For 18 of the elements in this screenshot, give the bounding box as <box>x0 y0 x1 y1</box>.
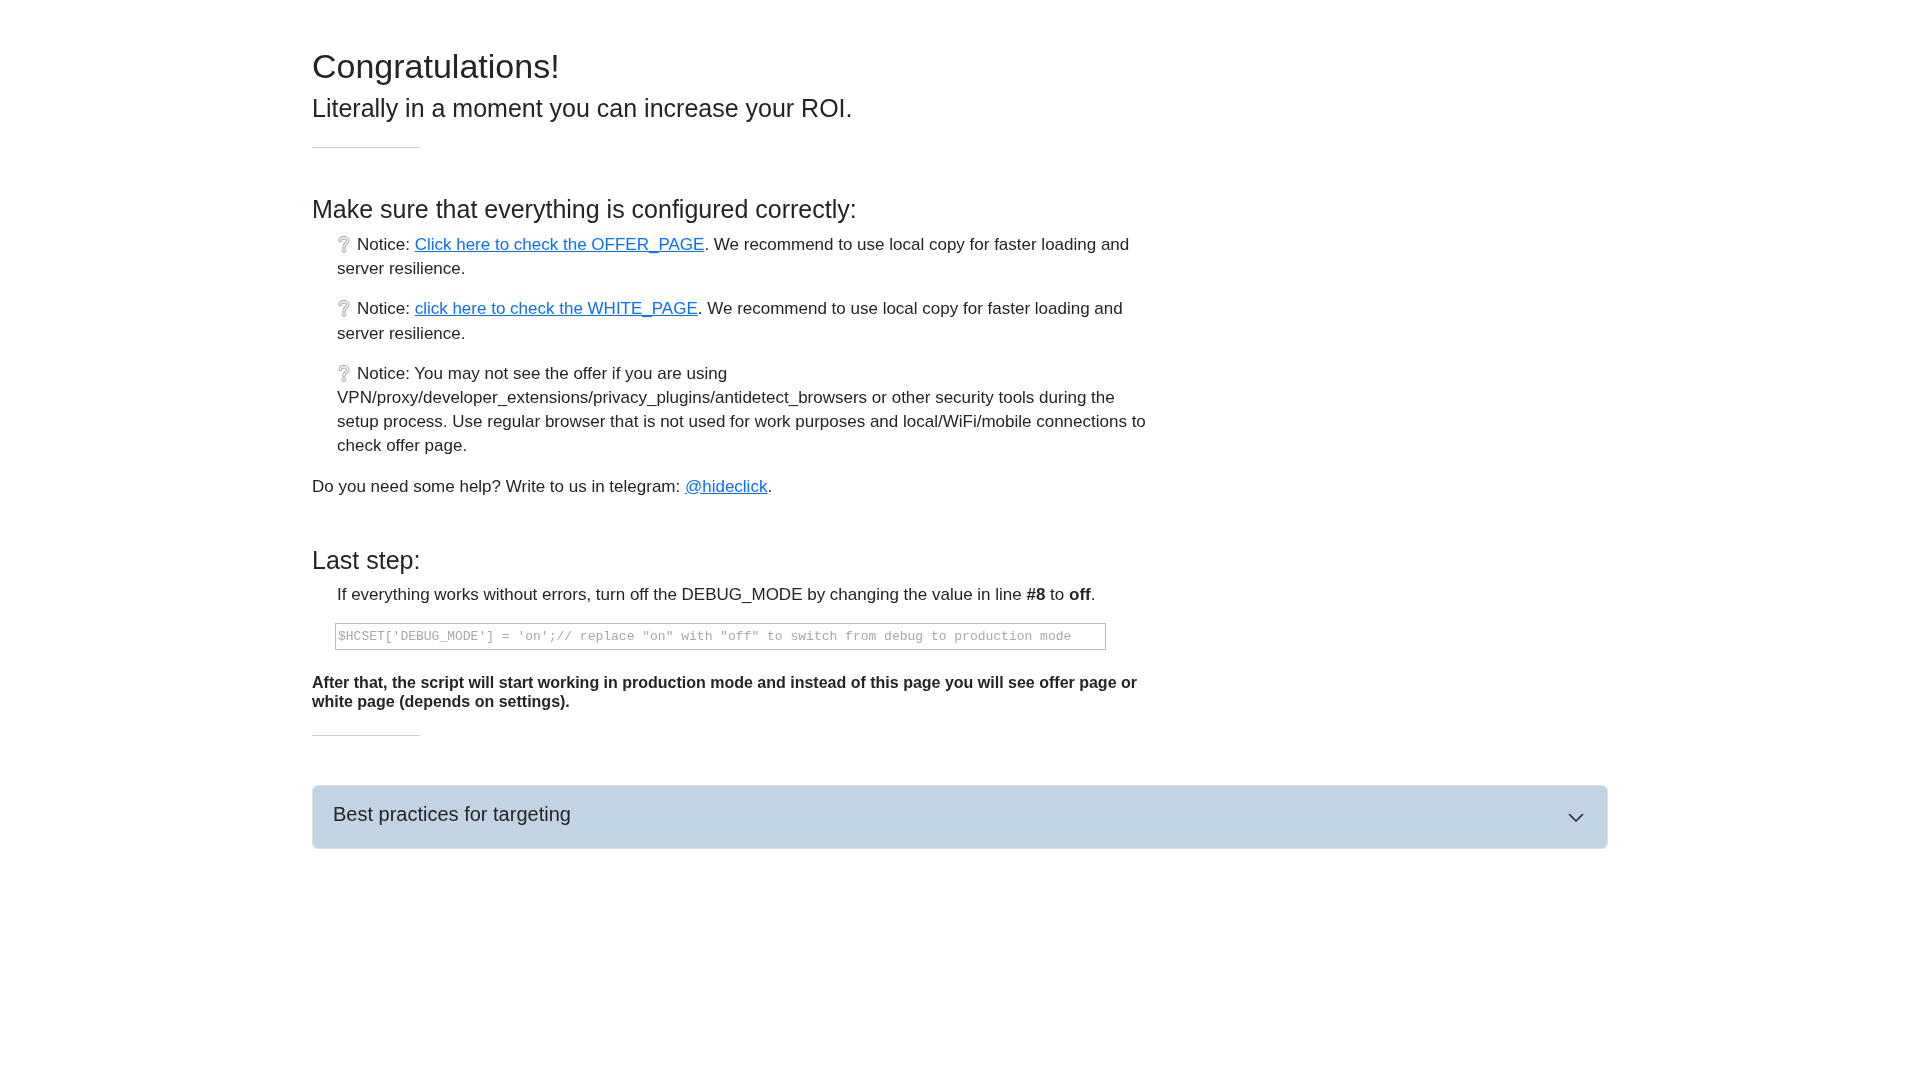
question-mark-icon <box>337 299 351 318</box>
question-mark-icon <box>337 235 351 253</box>
question-mark-icon <box>337 363 351 382</box>
page-subtitle: Literally in a moment you can increase your ROI. <box>312 93 854 123</box>
section-heading: Make sure that everything is configured correctly: <box>312 194 858 224</box>
notice-text: Notice: Click here to check the OFFER_PAGE. We recommend to use local copy for faster loading and server resilience. <box>337 234 1131 281</box>
notice-text: Notice: click here to check the WHITE_PAGE. We recommend to use local copy for faster loading and server resilience. <box>337 298 1124 345</box>
note-text: After that, the script will start working in production mode and instead of this page you will see offer page or white page (depends on settings). <box>312 673 1138 712</box>
code-field[interactable]: $HCSET['DEBUG_MODE'] = 'on';// replace "on" with "off" to switch from debug to production mode <box>335 623 1106 651</box>
page-title: Congratulations! <box>312 46 561 86</box>
inline-link[interactable]: Click here to check the OFFER_PAGE <box>414 235 705 254</box>
section-heading: Last step: <box>312 544 422 575</box>
help-text: Do you need some help? Write to us in telegram: @hideclick. <box>312 475 774 498</box>
accordion-header[interactable]: Best practices for targeting <box>312 785 1608 850</box>
inline-link[interactable]: click here to check the WHITE_PAGE <box>414 299 698 319</box>
instruction-text: If everything works without errors, turn off the DEBUG_MODE by changing the value in line #8 to off. <box>337 583 1097 606</box>
notice-text: Notice: You may not see the offer if you are using VPN/proxy/developer_extensions/privacy_plugins/antidetect_browsers or other security tools during the setup process. Use regular browser that is not used for work purposes and local/WiFi/mobile connections to check offer page. <box>337 362 1147 458</box>
telegram-link[interactable]: @hideclick <box>684 476 768 496</box>
